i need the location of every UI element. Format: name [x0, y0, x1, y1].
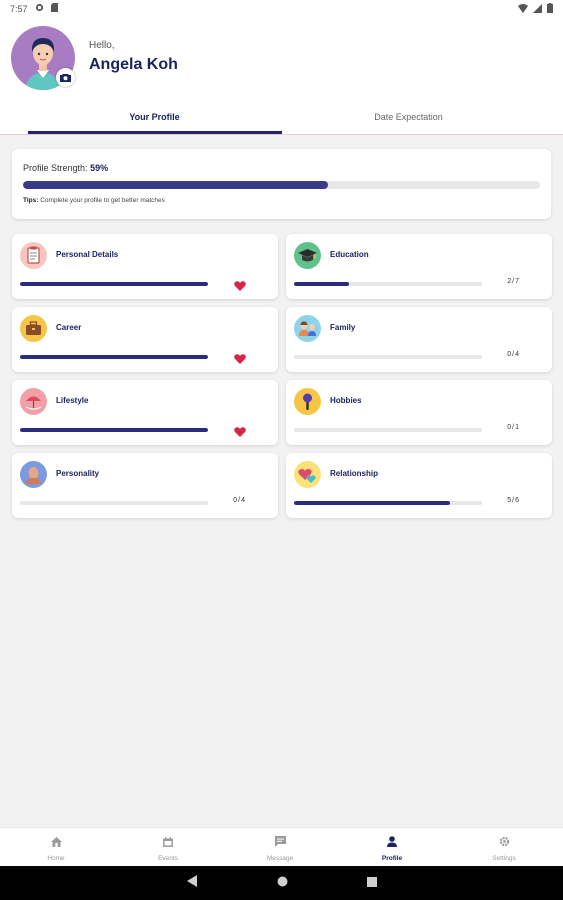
recents-button[interactable]: [363, 874, 381, 892]
microphone-icon: [294, 388, 321, 415]
nav-label: Events: [158, 854, 178, 862]
category-label: Family: [330, 323, 356, 332]
profile-strength-value: 59%: [90, 163, 109, 173]
category-progress-fill: [294, 282, 349, 286]
nav-events[interactable]: Events: [112, 828, 224, 867]
hearts-icon: [294, 461, 321, 488]
category-progress-fill: [20, 282, 208, 286]
system-navigation-bar: [0, 866, 563, 900]
category-progress-fill: [20, 428, 208, 432]
clipboard-icon: [20, 242, 47, 269]
home-icon: [50, 834, 62, 852]
family-icon: [294, 315, 321, 342]
category-label: Lifestyle: [56, 396, 89, 405]
profile-strength-bar: [23, 181, 540, 189]
nav-message[interactable]: Message: [224, 828, 336, 867]
change-photo-button[interactable]: [56, 68, 75, 87]
greeting-text: Hello,: [89, 40, 115, 51]
signal-icon: [533, 3, 542, 15]
category-progress-bar: [20, 282, 208, 286]
category-count: 5/6: [507, 497, 520, 504]
category-card-education[interactable]: Education 2/7: [286, 234, 552, 299]
category-card-career[interactable]: Career: [12, 307, 278, 372]
wifi-icon: [518, 3, 528, 15]
category-progress-bar: [294, 501, 482, 505]
recents-square-icon: [367, 874, 377, 892]
camera-icon: [60, 69, 71, 87]
status-time: 7:57: [10, 3, 28, 14]
user-name: Angela Koh: [89, 56, 178, 73]
gear-icon: [499, 834, 510, 852]
profile-tabs: Your Profile Date Expectation: [0, 100, 563, 135]
nav-label: Profile: [381, 854, 403, 862]
category-progress-bar: [20, 428, 208, 432]
category-card-family[interactable]: Family 0/4: [286, 307, 552, 372]
category-label: Relationship: [330, 469, 379, 478]
home-system-button[interactable]: [273, 874, 291, 892]
category-card-hobbies[interactable]: Hobbies 0/1: [286, 380, 552, 445]
active-tab-indicator: [28, 131, 282, 134]
category-card-lifestyle[interactable]: Lifestyle: [12, 380, 278, 445]
category-progress-bar: [294, 428, 482, 432]
message-icon: [274, 834, 286, 852]
back-triangle-icon: [187, 874, 197, 892]
category-label: Personality: [56, 469, 100, 478]
category-count: 0/1: [507, 424, 520, 431]
category-count: 0/4: [233, 497, 246, 504]
category-label: Career: [56, 323, 82, 332]
tab-your-profile[interactable]: Your Profile: [14, 100, 295, 134]
category-progress-bar: [20, 501, 208, 505]
lifestyle-icon: [20, 388, 47, 415]
category-label: Education: [330, 250, 369, 259]
category-progress-bar: [294, 355, 482, 359]
nav-label: Message: [266, 854, 294, 862]
category-progress-bar: [294, 282, 482, 286]
profile-strength-label: Profile Strength: 59%: [23, 163, 108, 173]
nav-label: Settings: [492, 854, 516, 862]
profile-strength-fill: [23, 181, 329, 189]
category-progress-fill: [294, 501, 451, 505]
heart-check-icon: [234, 424, 246, 437]
person-icon: [387, 834, 397, 852]
profile-header: Hello, Angela Koh: [0, 18, 563, 100]
battery-icon: [547, 3, 553, 15]
profile-strength-title: Profile Strength:: [23, 163, 88, 173]
heart-check-icon: [234, 351, 246, 364]
nav-home[interactable]: Home: [0, 828, 112, 867]
category-label: Personal Details: [56, 250, 119, 259]
category-card-personal-details[interactable]: Personal Details: [12, 234, 278, 299]
category-card-personality[interactable]: Personality 0/4: [12, 453, 278, 518]
category-label: Hobbies: [330, 396, 362, 405]
sd-card-icon: [50, 3, 58, 14]
category-count: 0/4: [507, 351, 520, 358]
tips-label: Tips:: [23, 197, 39, 204]
status-bar: 7:57: [0, 0, 563, 18]
personality-icon: [20, 461, 47, 488]
tips-text: Tips: Complete your profile to get bette…: [23, 197, 165, 204]
briefcase-icon: [20, 315, 47, 342]
nav-label: Home: [47, 854, 65, 862]
heart-check-icon: [234, 278, 246, 291]
nav-profile[interactable]: Profile: [336, 828, 448, 867]
graduation-cap-icon: [294, 242, 321, 269]
category-count: 2/7: [507, 278, 520, 285]
category-progress-fill: [20, 355, 208, 359]
profile-strength-card: Profile Strength: 59% Tips: Complete you…: [12, 149, 551, 219]
settings-status-icon: [35, 3, 44, 14]
tab-date-expectation[interactable]: Date Expectation: [268, 100, 549, 134]
back-button[interactable]: [183, 874, 201, 892]
category-progress-bar: [20, 355, 208, 359]
tips-message: Complete your profile to get better matc…: [40, 197, 165, 204]
home-circle-icon: [277, 874, 288, 892]
calendar-icon: [163, 834, 173, 852]
bottom-navigation: Home Events Message Profile Settings: [0, 827, 563, 866]
category-card-relationship[interactable]: Relationship 5/6: [286, 453, 552, 518]
nav-settings[interactable]: Settings: [448, 828, 560, 867]
